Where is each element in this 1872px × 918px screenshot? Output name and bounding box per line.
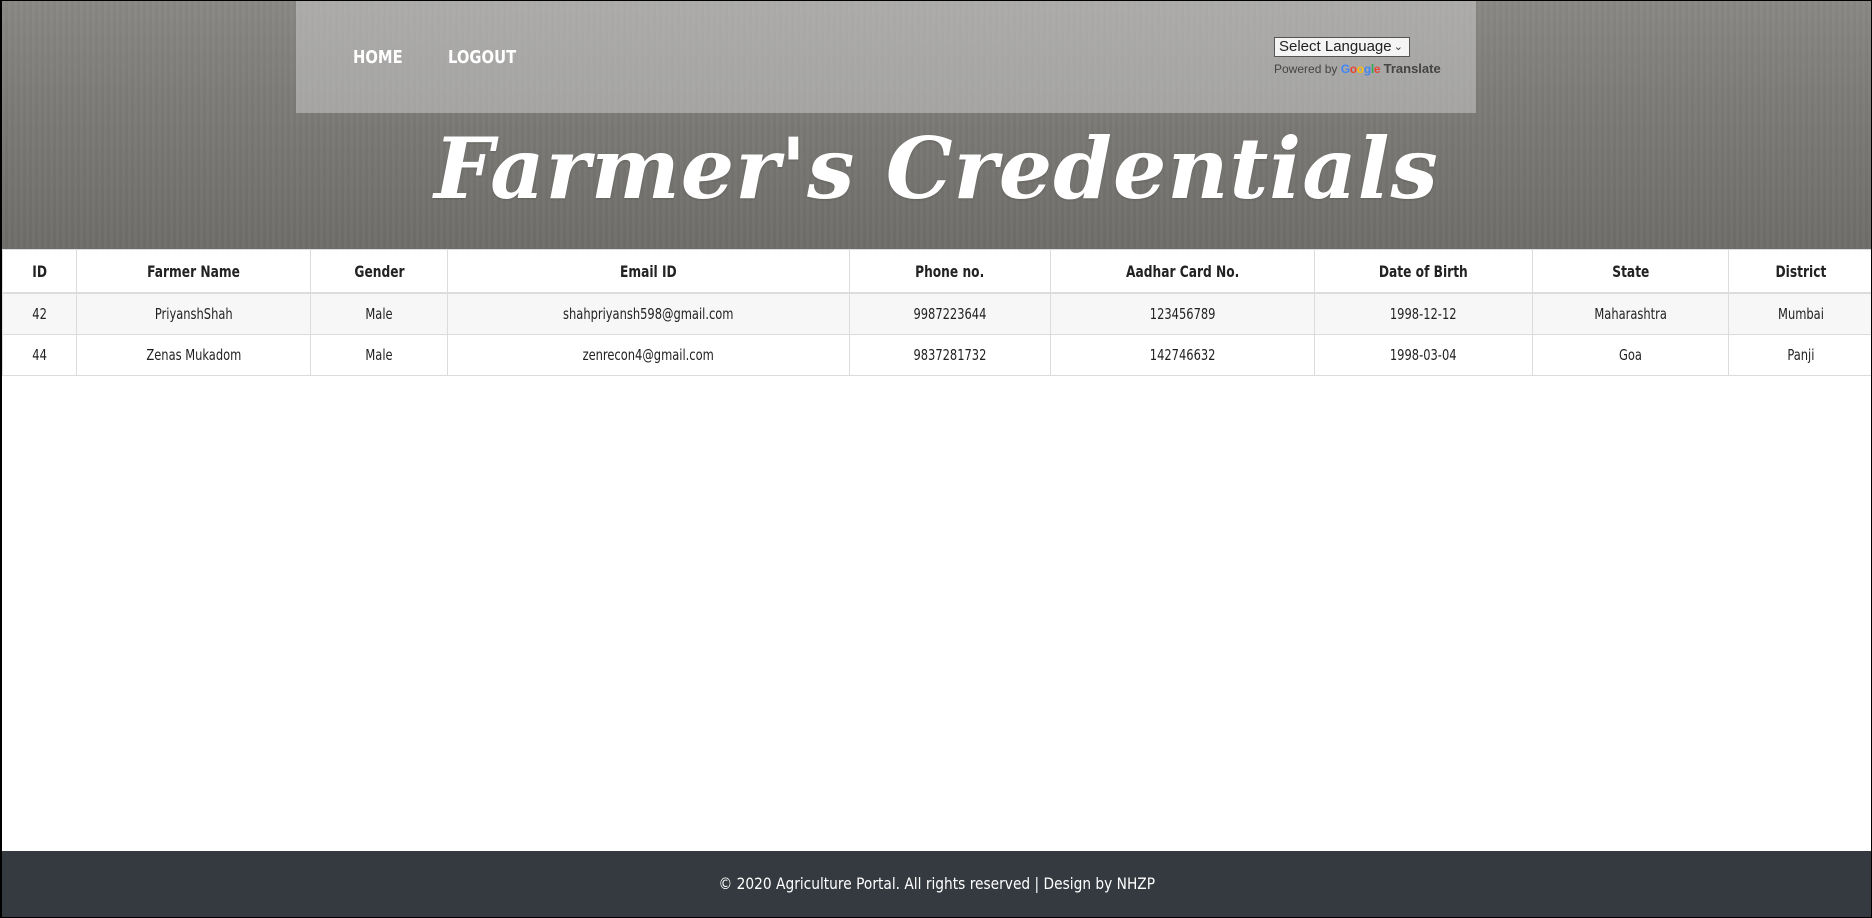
column-header-email: Email ID bbox=[447, 249, 850, 294]
language-select-label: Select Language bbox=[1279, 38, 1392, 55]
cell-state: Maharashtra bbox=[1532, 292, 1729, 335]
footer: © 2020 Agriculture Portal. All rights re… bbox=[2, 851, 1871, 917]
powered-by-google: Powered by Google Translate bbox=[1274, 61, 1441, 76]
footer-designer-link[interactable]: NHZP bbox=[1116, 874, 1154, 893]
translate-link[interactable]: Translate bbox=[1384, 61, 1441, 76]
cell-email: shahpriyansh598@gmail.com bbox=[447, 292, 850, 335]
cell-district: Mumbai bbox=[1728, 292, 1871, 335]
powered-by-text: Powered by bbox=[1274, 62, 1338, 76]
nav-logout-link[interactable]: LOGOUT bbox=[448, 47, 516, 68]
cell-aadhar: 142746632 bbox=[1050, 334, 1315, 376]
cell-phone: 9987223644 bbox=[849, 292, 1051, 335]
column-header-phone: Phone no. bbox=[849, 249, 1051, 294]
cell-email: zenrecon4@gmail.com bbox=[447, 334, 850, 376]
cell-gender: Male bbox=[310, 292, 448, 335]
hero-banner: HOME LOGOUT Select Language ⌄ Powered by… bbox=[2, 1, 1871, 249]
cell-id: 44 bbox=[2, 334, 77, 376]
chevron-down-icon: ⌄ bbox=[1393, 41, 1403, 53]
language-select[interactable]: Select Language ⌄ bbox=[1274, 37, 1410, 57]
cell-state: Goa bbox=[1532, 334, 1729, 376]
cell-farmer-name: Zenas Mukadom bbox=[76, 334, 311, 376]
column-header-farmer-name: Farmer Name bbox=[76, 249, 311, 294]
cell-farmer-name: PriyanshShah bbox=[76, 292, 311, 335]
cell-dob: 1998-03-04 bbox=[1314, 334, 1533, 376]
table-header-row: ID Farmer Name Gender Email ID Phone no.… bbox=[2, 249, 1871, 294]
cell-aadhar: 123456789 bbox=[1050, 292, 1315, 335]
nav-home-link[interactable]: HOME bbox=[353, 47, 403, 68]
table-row: 44 Zenas Mukadom Male zenrecon4@gmail.co… bbox=[2, 334, 1871, 376]
cell-dob: 1998-12-12 bbox=[1314, 292, 1533, 335]
navbar: HOME LOGOUT Select Language ⌄ Powered by… bbox=[296, 1, 1476, 113]
cell-gender: Male bbox=[310, 334, 448, 376]
column-header-id: ID bbox=[2, 249, 77, 294]
footer-copyright: © 2020 Agriculture Portal. All rights re… bbox=[718, 874, 1113, 893]
column-header-district: District bbox=[1728, 249, 1871, 294]
google-translate-widget: Select Language ⌄ Powered by Google Tran… bbox=[1274, 37, 1441, 76]
cell-district: Panji bbox=[1728, 334, 1871, 376]
page: HOME LOGOUT Select Language ⌄ Powered by… bbox=[0, 0, 1872, 918]
column-header-aadhar: Aadhar Card No. bbox=[1050, 249, 1315, 294]
column-header-state: State bbox=[1532, 249, 1729, 294]
table-row: 42 PriyanshShah Male shahpriyansh598@gma… bbox=[2, 292, 1871, 335]
farmers-table: ID Farmer Name Gender Email ID Phone no.… bbox=[2, 249, 1871, 376]
cell-id: 42 bbox=[2, 292, 77, 335]
cell-phone: 9837281732 bbox=[849, 334, 1051, 376]
google-logo-icon: Google bbox=[1340, 62, 1381, 76]
page-title: Farmer's Credentials bbox=[434, 119, 1439, 218]
column-header-gender: Gender bbox=[310, 249, 448, 294]
column-header-dob: Date of Birth bbox=[1314, 249, 1533, 294]
